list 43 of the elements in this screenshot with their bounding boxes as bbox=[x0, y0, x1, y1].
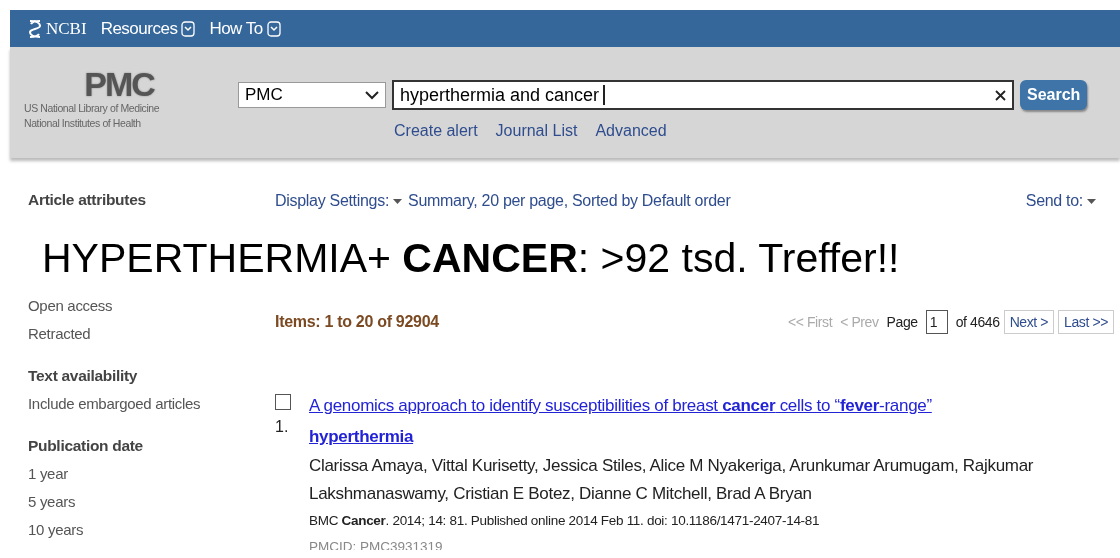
header-link[interactable]: Advanced bbox=[595, 122, 667, 140]
dropdown-icon bbox=[181, 20, 196, 37]
filter-link[interactable]: 1 year bbox=[28, 460, 275, 488]
database-select[interactable]: PMC bbox=[238, 82, 386, 108]
filter-heading: Text availability bbox=[28, 366, 139, 386]
menu-item[interactable]: How To bbox=[209, 18, 281, 39]
display-settings[interactable]: Display Settings: bbox=[275, 192, 403, 210]
filter-link[interactable]: Include embargoed articles bbox=[28, 390, 275, 418]
caret-icon bbox=[1087, 198, 1096, 204]
author-list: Clarissa Amaya, Vittal Kurisetty, Jessica Stiles, Alice M Nyakeriga, Arunkumar Arumugam, Rajkumar Lakshmanaswamy, Cristian E Botez, Dianne C Mitchell, Brad A Bryan bbox=[309, 452, 1099, 508]
page-field[interactable]: 1 bbox=[925, 310, 948, 334]
caret-icon bbox=[393, 198, 403, 204]
send-to-menu[interactable]: Send to: bbox=[1025, 192, 1096, 210]
menu-item[interactable]: Resources bbox=[100, 18, 196, 39]
pmc-logo[interactable]: PMC bbox=[84, 67, 154, 101]
filter-link[interactable]: Retracted bbox=[28, 320, 275, 348]
filter-link[interactable]: Open access bbox=[28, 292, 275, 320]
article-title-link[interactable]: A genomics approach to identify susceptibilities of breast cancer cells to “fever-range” hyperthermia bbox=[309, 390, 999, 452]
header-link[interactable]: Create alert bbox=[394, 122, 478, 140]
pager-button[interactable]: Next > bbox=[1003, 310, 1055, 334]
page-label: Page bbox=[886, 314, 918, 330]
filter-link[interactable]: 5 years bbox=[28, 488, 275, 516]
page-count: of 4646 bbox=[955, 314, 1000, 330]
header-link[interactable]: Journal List bbox=[495, 122, 578, 140]
pager-button[interactable]: Last >> bbox=[1058, 310, 1114, 334]
helix-icon bbox=[28, 17, 42, 40]
text-cursor bbox=[603, 85, 606, 105]
citation: BMC Cancer. 2014; 14: 81. Published online 2014 Feb 11. doi: 10.1186/1471-2407-14-81 bbox=[309, 512, 821, 530]
select-checkbox[interactable] bbox=[275, 394, 291, 410]
result-number: 1. bbox=[275, 418, 290, 436]
filter-link[interactable]: 10 years bbox=[28, 516, 275, 544]
org-name: US National Library of Medicine bbox=[24, 101, 160, 116]
chevron-icon bbox=[365, 90, 379, 100]
results-count: Items: 1 to 20 of 92904 bbox=[275, 313, 439, 331]
filter-heading: Article attributes bbox=[28, 190, 147, 210]
filter-heading: Publication date bbox=[28, 436, 144, 456]
dropdown-icon bbox=[266, 20, 281, 37]
ncbi-logo[interactable]: NCBI bbox=[28, 17, 87, 40]
display-settings-value[interactable]: Summary, 20 per page, Sorted by Default order bbox=[408, 192, 731, 210]
clear-icon[interactable] bbox=[995, 89, 1006, 101]
search-button[interactable]: Search bbox=[1020, 80, 1088, 110]
org-name: National Institutes of Health bbox=[24, 116, 141, 131]
search-field[interactable]: hyperthermia and cancer bbox=[392, 80, 1014, 110]
